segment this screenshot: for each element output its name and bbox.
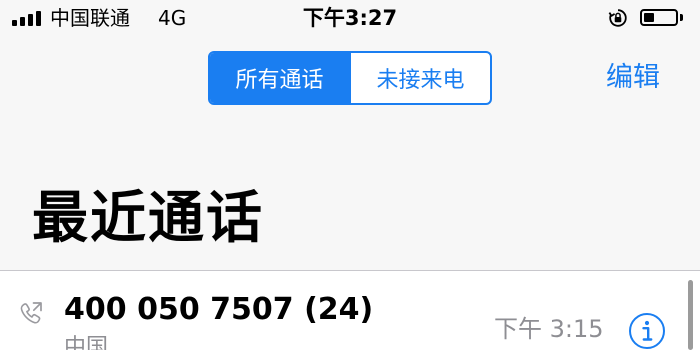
call-filter-segmented-control: 所有通话 未接来电 [208,51,492,105]
status-time: 下午3:27 [302,6,398,30]
call-location: 中国 [64,335,109,350]
status-bar: 中国联通 4G 下午3:27 [0,0,700,38]
recent-calls-list: 400 050 7507 (24) 中国 下午 3:15 [0,270,700,350]
call-contact-name: 400 050 7507 (24) [64,292,374,327]
tab-missed-calls[interactable]: 未接来电 [349,53,490,103]
battery-level [644,13,654,22]
edit-button[interactable]: 编辑 [606,58,660,98]
scrollbar[interactable] [688,280,693,350]
tab-all-calls[interactable]: 所有通话 [210,53,349,103]
battery-tip [680,14,683,21]
call-time: 下午 3:15 [494,315,604,343]
battery-icon [640,9,678,26]
rotation-lock-icon [608,9,627,27]
info-icon[interactable] [628,312,666,350]
page-title: 最近通话 [32,186,264,251]
list-item[interactable]: 400 050 7507 (24) 中国 下午 3:15 [0,271,700,350]
recents-screen: 中国联通 4G 下午3:27 所有通话 未接来电 编辑 最近通话 400 050… [0,0,700,350]
outgoing-call-icon [20,302,42,324]
